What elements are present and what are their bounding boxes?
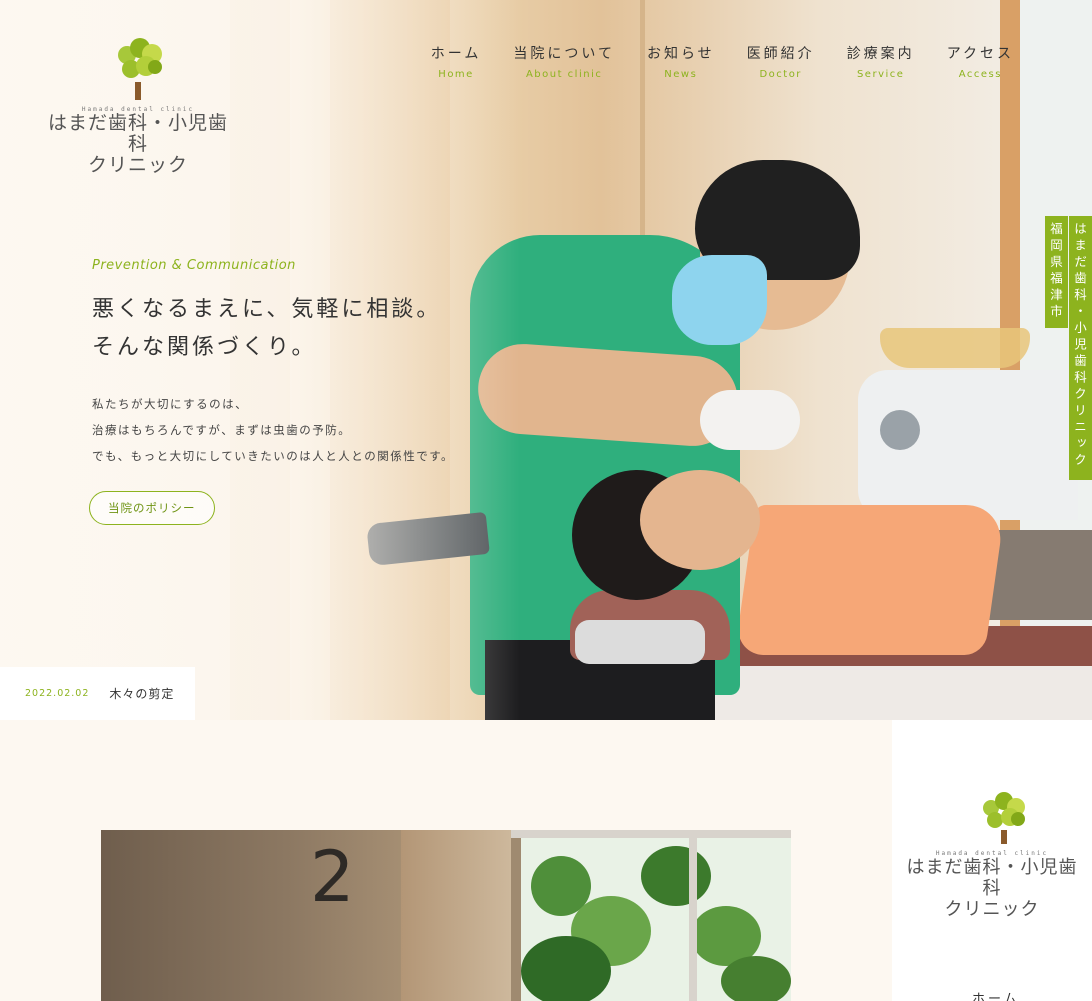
logo-title-line2: クリニック <box>87 154 188 176</box>
logo-subtitle: Hamada dental clinic <box>935 850 1049 857</box>
side-tab-location[interactable]: 福岡県福津市 <box>1045 216 1068 328</box>
room-number: 2 <box>310 836 355 918</box>
headrest-clip <box>575 620 705 664</box>
nav-label-en: News <box>664 69 698 80</box>
side-tab-clinic[interactable]: はまだ歯科・小児歯科クリニック <box>1069 216 1092 480</box>
nav-access[interactable]: アクセス Access <box>931 44 1030 80</box>
nav-service[interactable]: 診療案内 Service <box>831 44 931 80</box>
news-date: 2022.02.02 <box>25 688 90 699</box>
nav-label-en: Service <box>856 69 905 80</box>
hero-tagline: Prevention & Communication <box>92 258 296 273</box>
lead-line: 治療はもちろんですが、まずは虫歯の予防。 <box>92 423 352 437</box>
nav-about[interactable]: 当院について About clinic <box>497 44 631 80</box>
doctor-mask <box>672 255 767 345</box>
nav-label-en: Access <box>958 69 1002 80</box>
tree-logo-icon <box>48 36 228 102</box>
logo-title-line2: クリニック <box>944 899 1040 920</box>
clinic-interior-photo <box>101 830 791 1001</box>
headline-line: そんな関係づくり。 <box>92 335 317 360</box>
door-panel <box>101 830 411 1001</box>
nav-label-jp: 診療案内 <box>846 46 915 62</box>
logo-title-line1: はまだ歯科・小児歯科 <box>906 857 1078 899</box>
hero-lead: 私たちが大切にするのは、 治療はもちろんですが、まずは虫歯の予防。 でも、もっと… <box>92 391 454 469</box>
policy-button[interactable]: 当院のポリシー <box>89 491 215 525</box>
news-ticker[interactable]: 2022.02.02 木々の剪定 <box>0 667 195 720</box>
news-title[interactable]: 木々の剪定 <box>109 685 174 702</box>
wooden-post <box>401 830 511 1001</box>
patient-bib <box>734 505 1006 655</box>
nav-label-jp: お知らせ <box>646 46 715 62</box>
garden-window <box>521 836 791 1001</box>
hero-copy: Prevention & Communication 悪くなるまえに、気軽に相談… <box>89 258 454 525</box>
patient-face <box>640 470 760 570</box>
side-menu-home[interactable]: ホーム <box>972 988 1020 1001</box>
lead-line: でも、もっと大切にしていきたいのは人と人との関係性です。 <box>92 449 455 463</box>
nav-label-en: Doctor <box>759 69 802 80</box>
window-frame <box>511 830 791 838</box>
nav-label-en: About clinic <box>525 69 603 80</box>
side-menu-logo[interactable]: Hamada dental clinic はまだ歯科・小児歯科 クリニック <box>904 786 1080 920</box>
nav-doctor[interactable]: 医師紹介 Doctor <box>731 44 831 80</box>
nav-news[interactable]: お知らせ News <box>631 44 731 80</box>
nav-label-jp: 当院について <box>513 46 615 62</box>
window-frame <box>689 830 697 1001</box>
dental-unit-tray <box>880 328 1030 368</box>
nav-label-jp: 医師紹介 <box>746 46 815 62</box>
headline-line: 悪くなるまえに、気軽に相談。 <box>92 297 442 322</box>
nav-label-jp: アクセス <box>946 46 1014 62</box>
side-menu-panel: Hamada dental clinic はまだ歯科・小児歯科 クリニック ホー… <box>892 720 1092 1001</box>
logo-title-line1: はまだ歯科・小児歯科 <box>48 112 229 155</box>
doctor-glove <box>700 390 800 450</box>
site-logo[interactable]: Hamada dental clinic はまだ歯科・小児歯科 クリニック <box>48 36 228 176</box>
tree-logo-icon <box>904 786 1080 846</box>
nav-label-jp: ホーム <box>430 46 482 62</box>
hero-headline: 悪くなるまえに、気軽に相談。 そんな関係づくり。 <box>92 291 454 367</box>
nav-home[interactable]: ホーム Home <box>415 44 498 80</box>
side-tabs: 福岡県福津市 はまだ歯科・小児歯科クリニック <box>1045 216 1092 480</box>
main-nav: ホーム Home 当院について About clinic お知らせ News 医… <box>415 44 1030 80</box>
lead-line: 私たちが大切にするのは、 <box>92 397 249 411</box>
nav-label-en: Home <box>438 69 474 80</box>
dental-unit-part <box>880 410 920 450</box>
